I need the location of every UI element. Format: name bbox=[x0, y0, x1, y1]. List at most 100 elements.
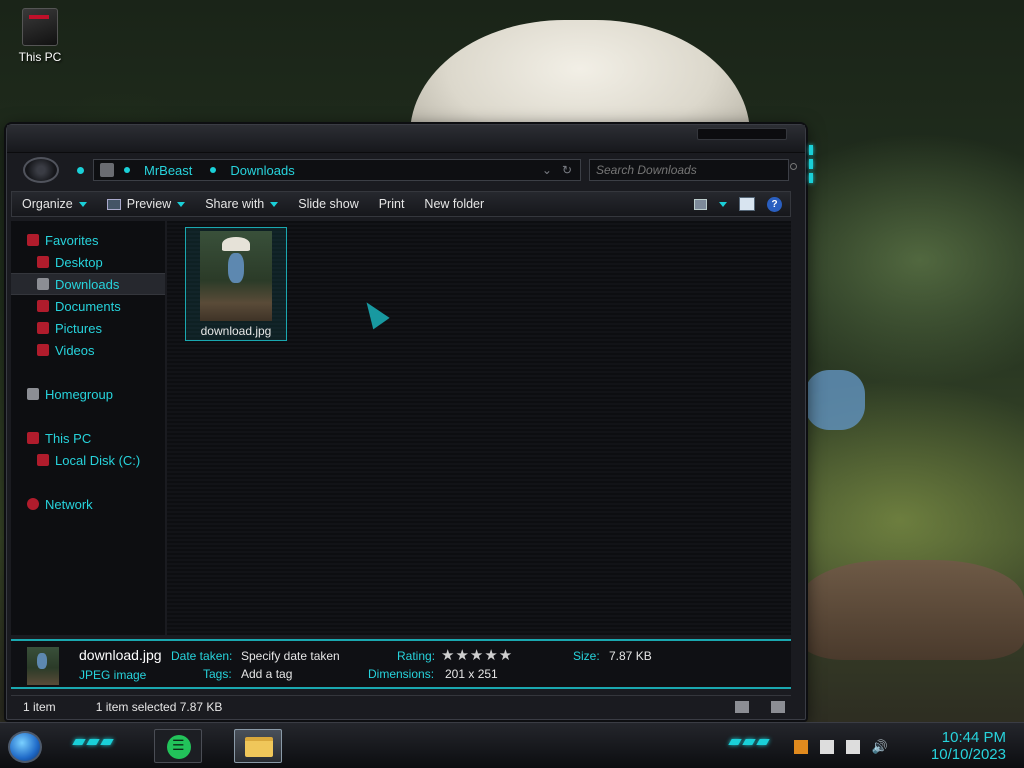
sidebar-item-favorites[interactable]: Favorites bbox=[11, 229, 165, 251]
computer-icon bbox=[27, 432, 39, 444]
selection-info: 1 item selected 7.87 KB bbox=[95, 699, 223, 714]
preview-pane-icon[interactable] bbox=[739, 197, 755, 211]
share-with-label: Share with bbox=[205, 197, 265, 211]
flag-icon[interactable] bbox=[819, 740, 834, 754]
file-list[interactable]: download.jpg bbox=[167, 221, 791, 635]
preview-button[interactable]: Preview bbox=[97, 192, 195, 216]
sidebar-item-label: This PC bbox=[45, 430, 92, 446]
slide-show-button[interactable]: Slide show bbox=[288, 192, 368, 216]
help-icon[interactable]: ? bbox=[767, 196, 782, 212]
change-view-icon[interactable] bbox=[694, 198, 707, 210]
search-input[interactable] bbox=[589, 159, 789, 181]
details-view-icon[interactable] bbox=[735, 700, 749, 713]
breadcrumb-separator-icon[interactable] bbox=[124, 167, 130, 173]
tags-value[interactable]: Add a tag bbox=[241, 667, 292, 681]
network-icon bbox=[27, 498, 39, 510]
details-pane: download.jpg JPEG image Date taken: Spec… bbox=[11, 639, 791, 689]
sidebar-item-network[interactable]: Network bbox=[11, 493, 165, 515]
dimensions-value: 201 x 251 bbox=[445, 667, 498, 681]
breadcrumb-downloads[interactable]: Downloads bbox=[230, 163, 294, 178]
sidebar-item-documents[interactable]: Documents bbox=[11, 295, 165, 317]
spotify-icon bbox=[167, 735, 191, 759]
sidebar-item-label: Network bbox=[45, 496, 93, 512]
sidebar-item-label: Pictures bbox=[55, 320, 102, 336]
organize-button[interactable]: Organize bbox=[12, 192, 97, 216]
clock-date: 10/10/2023 bbox=[930, 746, 1006, 763]
address-bar[interactable]: MrBeast Downloads ⌄ ↻ bbox=[93, 159, 581, 181]
sidebar-item-desktop[interactable]: Desktop bbox=[11, 251, 165, 273]
back-forward-orb[interactable] bbox=[23, 157, 59, 183]
recent-locations-dot[interactable] bbox=[77, 167, 84, 174]
sidebar-item-pictures[interactable]: Pictures bbox=[11, 317, 165, 339]
sidebar-item-videos[interactable]: Videos bbox=[11, 339, 165, 361]
command-toolbar: Organize Preview Share with Slide show P… bbox=[11, 191, 791, 217]
navigation-pane: Favorites Desktop Downloads Documents Pi… bbox=[11, 221, 165, 635]
taskbar: 🔊 10:44 PM 10/10/2023 bbox=[0, 722, 1024, 768]
dimensions-label: Dimensions: bbox=[368, 667, 435, 681]
system-tray: 🔊 bbox=[793, 739, 888, 755]
desktop-folder-icon bbox=[37, 256, 49, 268]
sidebar-item-label: Favorites bbox=[45, 232, 99, 248]
file-explorer-icon bbox=[245, 737, 273, 757]
details-file-type: JPEG image bbox=[79, 668, 147, 682]
print-button[interactable]: Print bbox=[369, 192, 415, 216]
chevron-down-icon bbox=[270, 201, 279, 207]
breadcrumb-mrbeast[interactable]: MrBeast bbox=[144, 163, 192, 178]
sidebar-item-label: Local Disk (C:) bbox=[55, 452, 141, 468]
taskbar-app-spotify[interactable] bbox=[154, 729, 202, 763]
date-taken-value[interactable]: Specify date taken bbox=[241, 649, 340, 663]
search-icon[interactable] bbox=[790, 163, 797, 170]
new-folder-button[interactable]: New folder bbox=[414, 192, 494, 216]
title-bar[interactable] bbox=[7, 125, 805, 153]
details-file-name: download.jpg bbox=[79, 647, 162, 663]
drive-icon bbox=[37, 454, 49, 466]
downloads-folder-icon bbox=[37, 278, 49, 290]
organize-label: Organize bbox=[22, 197, 73, 211]
sidebar-item-label: Videos bbox=[55, 342, 95, 358]
sidebar-item-homegroup[interactable]: Homegroup bbox=[11, 383, 165, 405]
volume-icon[interactable]: 🔊 bbox=[872, 739, 888, 755]
preview-icon bbox=[106, 198, 121, 210]
start-button[interactable] bbox=[8, 731, 42, 763]
notification-app-icon[interactable] bbox=[793, 740, 808, 754]
sidebar-item-label: Desktop bbox=[55, 254, 103, 270]
star-icon bbox=[27, 234, 39, 246]
desktop-icon-this-pc[interactable]: This PC bbox=[14, 8, 66, 64]
chevron-down-icon[interactable] bbox=[719, 201, 727, 207]
size-label: Size: bbox=[573, 649, 600, 663]
window-controls[interactable] bbox=[697, 128, 787, 140]
chevron-down-icon bbox=[78, 201, 87, 207]
status-bar: 1 item 1 item selected 7.87 KB bbox=[11, 695, 791, 717]
window-edge-lights bbox=[809, 145, 817, 183]
size-value: 7.87 KB bbox=[609, 649, 652, 663]
tags-label: Tags: bbox=[203, 667, 232, 681]
network-tray-icon[interactable] bbox=[845, 740, 860, 754]
rating-stars[interactable]: ★★★★★ bbox=[441, 646, 513, 664]
large-icons-view-icon[interactable] bbox=[771, 700, 785, 713]
videos-icon bbox=[37, 344, 49, 356]
chevron-down-icon bbox=[177, 201, 186, 207]
homegroup-icon bbox=[27, 388, 39, 400]
sidebar-item-label: Downloads bbox=[55, 276, 120, 292]
share-with-button[interactable]: Share with bbox=[195, 192, 288, 216]
address-dropdown-icon[interactable]: ⌄ bbox=[542, 163, 552, 177]
image-thumbnail bbox=[200, 231, 272, 321]
explorer-window: MrBeast Downloads ⌄ ↻ Organize Preview S… bbox=[6, 124, 813, 720]
file-item[interactable]: download.jpg bbox=[185, 227, 287, 341]
details-thumbnail bbox=[27, 647, 59, 685]
sidebar-item-this-pc[interactable]: This PC bbox=[11, 427, 165, 449]
taskbar-clock[interactable]: 10:44 PM 10/10/2023 bbox=[931, 729, 1006, 763]
sidebar-item-label: Documents bbox=[55, 298, 121, 314]
file-name: download.jpg bbox=[200, 324, 272, 338]
folder-icon bbox=[100, 163, 114, 177]
sidebar-item-local-disk[interactable]: Local Disk (C:) bbox=[11, 449, 165, 471]
rating-label: Rating: bbox=[397, 649, 436, 663]
wallpaper-figure bbox=[805, 370, 865, 430]
breadcrumb-separator-icon[interactable] bbox=[210, 167, 217, 173]
desktop-icon-label: This PC bbox=[18, 50, 62, 64]
taskbar-app-explorer[interactable] bbox=[234, 729, 282, 763]
sidebar-item-downloads[interactable]: Downloads bbox=[11, 273, 165, 295]
date-taken-label: Date taken: bbox=[171, 649, 233, 663]
wallpaper-stump bbox=[800, 560, 1024, 660]
refresh-icon[interactable]: ↻ bbox=[562, 163, 572, 177]
